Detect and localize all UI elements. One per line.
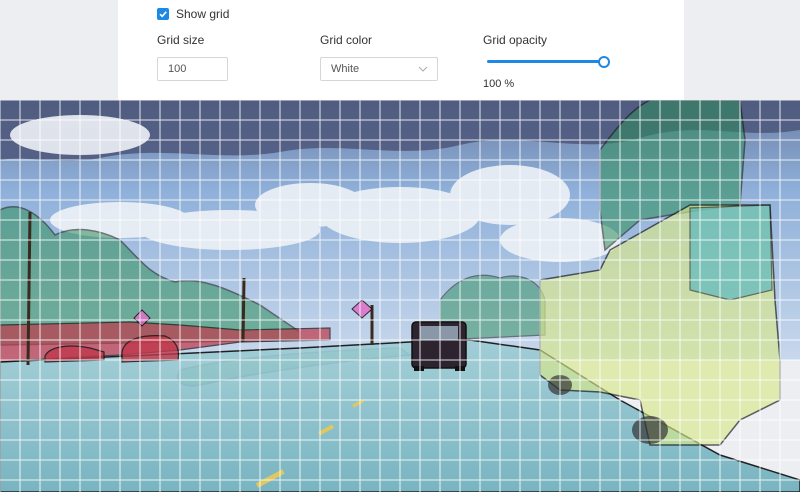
check-icon [159,11,167,18]
chevron-down-icon [418,66,428,72]
grid-opacity-label: Grid opacity [483,33,548,47]
grid-overlay [0,100,800,492]
show-grid-label: Show grid [176,7,230,21]
grid-color-value: White [331,63,360,75]
grid-color-select[interactable]: White [320,57,438,81]
show-grid-toggle[interactable]: Show grid [157,7,229,21]
grid-opacity-value: 100 % [483,78,515,90]
grid-size-label: Grid size [157,33,205,47]
grid-size-input[interactable]: 100 [157,57,228,81]
segmentation-scene [0,100,800,492]
segmentation-canvas[interactable] [0,100,800,492]
grid-settings-panel: Show grid Grid size 100 Grid color White… [118,0,684,100]
show-grid-checkbox[interactable] [157,8,169,20]
grid-size-value: 100 [168,63,187,75]
grid-opacity-slider-track[interactable] [487,60,604,63]
grid-color-label: Grid color [320,33,373,47]
grid-opacity-slider-thumb[interactable] [598,56,610,68]
